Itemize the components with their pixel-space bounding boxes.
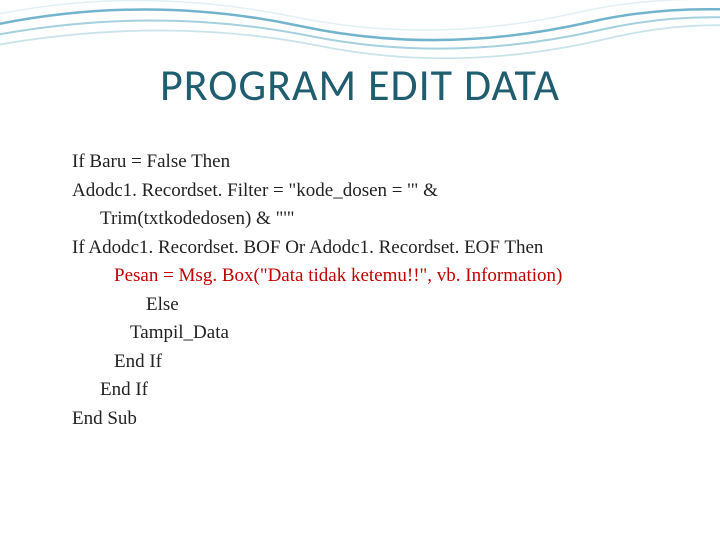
code-line: Trim(txtkodedosen) & "'" (72, 205, 672, 234)
code-line: Else (72, 291, 672, 320)
code-line: End If (72, 376, 672, 405)
slide-content: PROGRAM EDIT DATA If Baru = False Then A… (0, 0, 720, 540)
code-line-highlight: Pesan = Msg. Box("Data tidak ketemu!!", … (72, 262, 672, 291)
slide-title: PROGRAM EDIT DATA (0, 58, 720, 112)
code-line: End Sub (72, 405, 672, 434)
code-line: If Baru = False Then (72, 148, 672, 177)
code-block: If Baru = False Then Adodc1. Recordset. … (72, 148, 672, 433)
code-line: If Adodc1. Recordset. BOF Or Adodc1. Rec… (72, 234, 672, 263)
code-line: Adodc1. Recordset. Filter = "kode_dosen … (72, 177, 672, 206)
code-line: Tampil_Data (72, 319, 672, 348)
code-line: End If (72, 348, 672, 377)
